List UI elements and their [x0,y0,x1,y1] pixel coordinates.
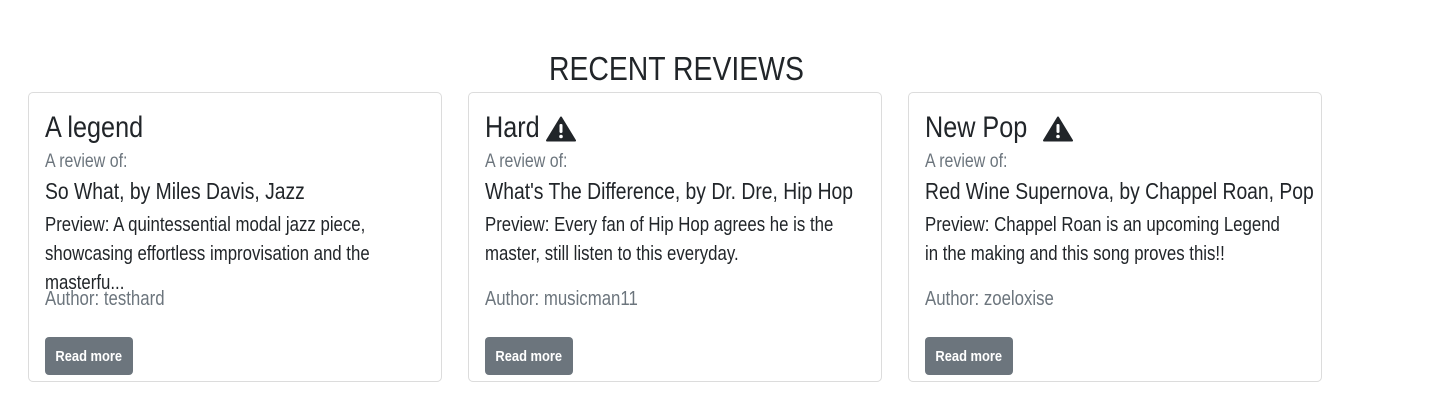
review-preview: Preview: A quintessential modal jazz pie… [45,214,370,294]
read-more-label: Read more [55,347,123,365]
review-card: A legend A review of: So What, by Miles … [28,92,442,382]
review-of-label: A review of: [45,150,143,174]
review-of-label: A review of: [485,150,583,174]
review-of-label-text: A review of: [45,151,128,172]
review-card: New Pop A review of: Red Wine Supernova,… [908,92,1322,382]
warning-triangle-icon [1042,115,1073,142]
review-author-text: Author: musicman11 [485,288,638,310]
review-card: Hard A review of: What's The Difference,… [468,92,882,382]
read-more-button[interactable]: Read more [485,337,573,375]
review-of-label-text: A review of: [925,151,1008,172]
review-title: Hard [485,110,577,146]
song-line-text: What's The Difference, by Dr. Dre, Hip H… [485,178,854,204]
review-title-text: New Pop [925,111,1028,144]
review-preview: Preview: Every fan of Hip Hop agrees he … [485,214,834,265]
review-title: New Pop [925,110,1073,146]
song-line-text: Red Wine Supernova, by Chappel Roan, Pop [925,178,1314,204]
read-more-button[interactable]: Read more [925,337,1013,375]
read-more-button[interactable]: Read more [45,337,133,375]
warning-triangle-icon [546,115,577,142]
review-of-label: A review of: [925,150,1023,174]
song-line-text: So What, by Miles Davis, Jazz [45,178,305,204]
review-title-text: A legend [45,111,144,144]
review-author-text: Author: zoeloxise [925,288,1054,310]
review-title-text: Hard [485,111,540,144]
song-line: So What, by Miles Davis, Jazz [45,177,354,205]
review-author: Author: testhard [45,287,187,311]
review-preview: Preview: Chappel Roan is an upcoming Leg… [925,214,1280,265]
section-title: RECENT REVIEWS [548,50,804,88]
review-title: A legend [45,110,162,146]
review-of-label-text: A review of: [485,151,568,172]
review-author: Author: zoeloxise [925,287,1078,311]
song-line: What's The Difference, by Dr. Dre, Hip H… [485,177,923,205]
read-more-label: Read more [935,347,1003,365]
review-author-text: Author: testhard [45,288,165,310]
song-line: Red Wine Supernova, by Chappel Roan, Pop [925,177,1388,205]
read-more-label: Read more [495,347,563,365]
review-author: Author: musicman11 [485,287,667,311]
